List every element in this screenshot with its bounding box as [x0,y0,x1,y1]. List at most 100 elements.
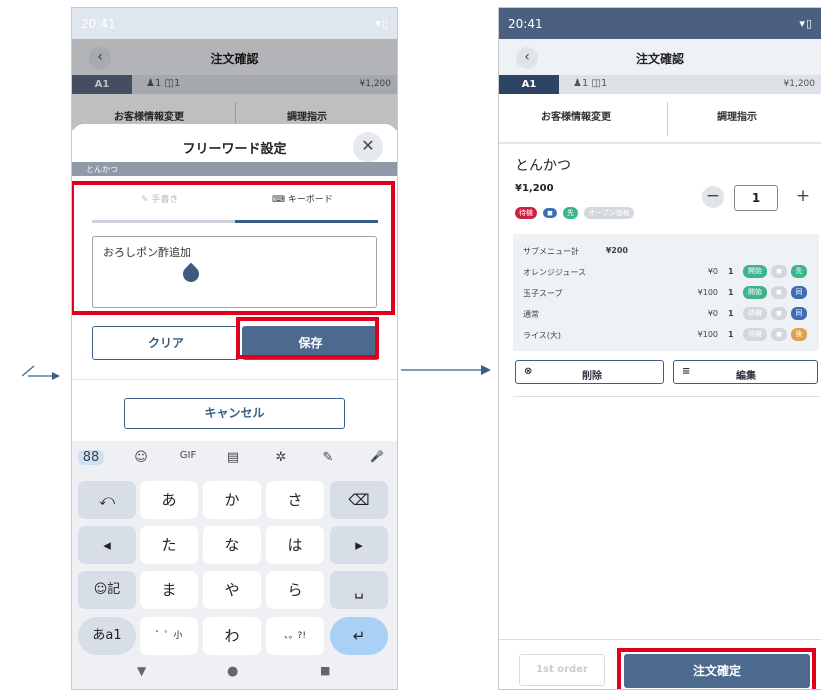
edit-label: 編集 [736,371,756,382]
status-badge: 先 [791,265,807,278]
handwriting-icon[interactable]: ✎ [315,450,341,465]
submenu-price: ¥100 [697,288,718,297]
dakuten-key[interactable]: ゛゜小 [140,617,198,655]
submenu-price: ¥0 [707,267,718,276]
list-item: サブメニュー計 ¥200 [523,244,813,260]
home-nav-icon[interactable]: ● [227,664,238,679]
submenu-price: ¥0 [707,309,718,318]
submenu-name: 通常 [523,310,539,319]
plus-button[interactable]: + [792,186,814,208]
edit-button[interactable]: ≡ 編集 [673,360,818,384]
total-amount: ¥1,200 [783,79,816,89]
key-wa[interactable]: わ [203,617,261,655]
cooking-instruction-button[interactable]: 調理指示 [717,108,757,123]
submenu-name: オレンジジュース [523,268,587,277]
status-badge: 同 [791,286,807,299]
edit-icon: ≡ [682,366,691,377]
customer-info-button[interactable]: お客様情報変更 [541,108,611,123]
section-label: とんかつ [72,162,397,176]
clear-button[interactable]: クリア [92,326,240,360]
submenu-qty: 1 [728,288,734,297]
table-number: A1 [499,75,559,94]
backspace-key[interactable]: ⌫ [330,481,388,519]
divider [513,396,819,397]
software-keyboard: 88 ☺ GIF ▤ ✲ ✎ 🎤 ⤺ あ か さ ⌫ ◂ た な は ▸ ☺記 … [72,441,397,689]
key-ta[interactable]: た [140,526,198,564]
back-nav-icon[interactable]: ▼ [137,664,146,678]
gear-icon[interactable]: ✲ [268,450,294,465]
status-badge: 開始 [743,286,767,299]
key-ya[interactable]: や [203,571,261,609]
status-badge: 待機 [515,207,537,219]
status-badge: ◼ [771,265,787,278]
status-badge: 先 [563,207,578,219]
cursor-right-key[interactable]: ▸ [330,526,388,564]
key-sa[interactable]: さ [266,481,324,519]
action-row: お客様情報変更 調理指示 [499,94,821,142]
list-item[interactable]: オレンジジュース ¥0 1 開始 ◼ 先 [523,265,813,281]
key-ra[interactable]: ら [266,571,324,609]
submenu-name: 玉子スープ [523,289,563,298]
first-order-button[interactable]: 1st order [519,654,605,686]
submenu-name: ライス(大) [523,331,562,340]
cursor-left-key[interactable]: ◂ [78,526,136,564]
key-na[interactable]: な [203,526,261,564]
left-phone-screen: 20:41 ▾▯ ‹ 注文確認 A1 ♟1 ◫1 ¥1,200 お客様情報変更 … [71,7,398,690]
close-circle-icon: ⊗ [524,366,533,377]
list-item[interactable]: 玉子スープ ¥100 1 開始 ◼ 同 [523,286,813,302]
key-a[interactable]: あ [140,481,198,519]
status-time: 20:41 [508,17,543,31]
punctuation-key[interactable]: 、。?! [266,617,324,655]
status-badge: 開始 [743,265,767,278]
page-title: 注文確認 [635,52,684,66]
emoji-key[interactable]: ☺記 [78,571,136,609]
enter-key[interactable]: ↵ [330,617,388,655]
undo-key[interactable]: ⤺ [78,481,136,519]
quantity-input[interactable]: 1 [734,185,778,211]
table-info-bar: A1 ♟1 ◫1 ¥1,200 [499,75,821,94]
delete-button[interactable]: ⊗ 削除 [515,360,664,384]
divider [667,102,668,136]
clipboard-icon[interactable]: ▤ [220,450,246,465]
key-ka[interactable]: か [203,481,261,519]
submenu-qty: 1 [728,267,734,276]
divider [499,142,821,144]
apps-icon[interactable]: 88 [78,450,104,465]
mode-switch-key[interactable]: あa1 [78,617,136,655]
right-phone-screen: 20:41 ▾▯ ‹ 注文確認 A1 ♟1 ◫1 ¥1,200 お客様情報変更 … [498,7,821,690]
highlight-box-confirm [617,648,816,689]
status-bar: 20:41 ▾▯ [72,8,397,39]
microphone-icon[interactable]: 🎤 [364,450,390,463]
submenu-panel: サブメニュー計 ¥200 オレンジジュース ¥0 1 開始 ◼ 先 玉子スープ … [513,234,819,351]
submenu-name: サブメニュー計 [523,247,579,256]
cancel-button[interactable]: キャンセル [124,398,345,429]
keyboard-toolbar: 88 ☺ GIF ▤ ✲ ✎ 🎤 [72,441,397,475]
list-item[interactable]: ライス(大) ¥100 1 待機 ◼ 後 [523,328,813,344]
item-status-chips: 待機 ◼ 先 オープン価格 [515,200,635,219]
status-icons: ▾▯ [799,17,813,30]
sticker-icon[interactable]: ☺ [128,450,154,465]
status-badge: 待機 [743,307,767,320]
status-badge: ◼ [543,208,557,218]
recents-nav-icon[interactable]: ■ [320,664,330,677]
submenu-price: ¥200 [605,246,628,255]
dialog-title: フリーワード設定 [182,142,287,157]
divider [72,379,397,380]
space-key[interactable]: ␣ [330,571,388,609]
list-item[interactable]: 通常 ¥0 1 待機 ◼ 同 [523,307,813,323]
delete-label: 削除 [582,371,602,382]
gif-icon[interactable]: GIF [175,450,201,461]
status-badge: オープン価格 [584,207,634,219]
status-badge: ◼ [771,286,787,299]
status-badge: ◼ [771,328,787,341]
close-icon[interactable]: ✕ [353,132,383,162]
navigation-bar: ▼ ● ■ [72,660,397,689]
guest-count: ♟1 ◫1 [573,78,608,89]
dim-overlay [72,39,397,130]
minus-button[interactable]: − [702,186,724,208]
status-icons: ▾▯ [375,17,389,30]
item-price: ¥1,200 [515,183,554,194]
key-ha[interactable]: は [266,526,324,564]
submenu-qty: 1 [728,330,734,339]
key-ma[interactable]: ま [140,571,198,609]
